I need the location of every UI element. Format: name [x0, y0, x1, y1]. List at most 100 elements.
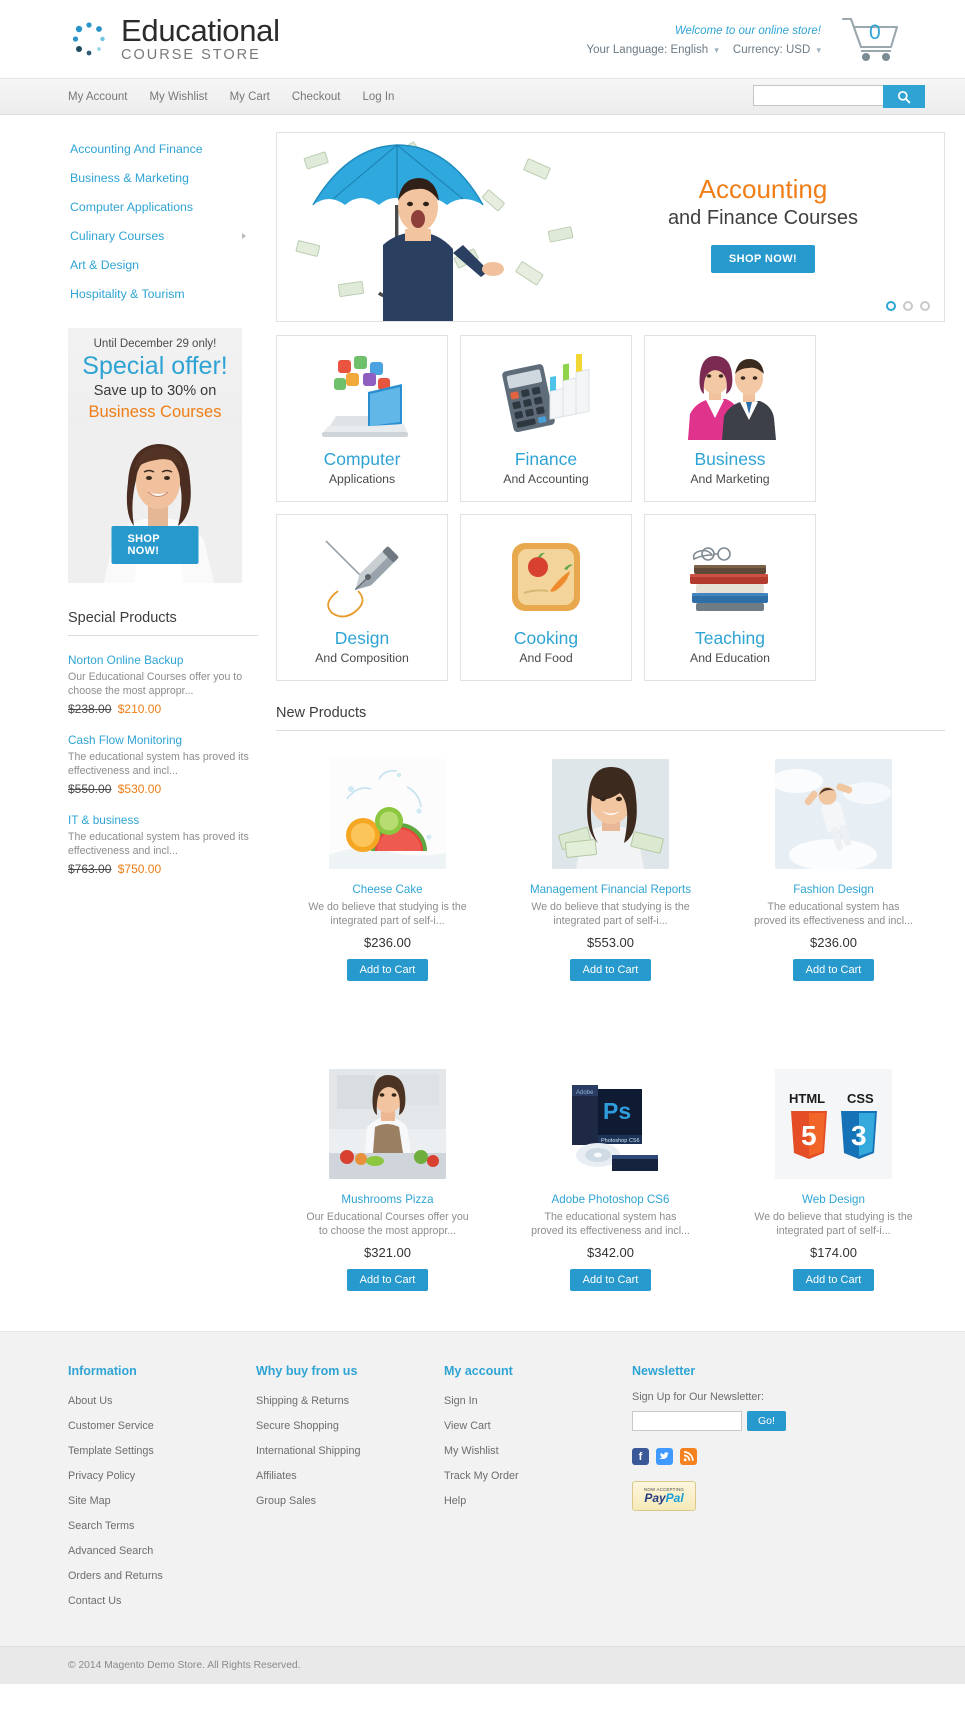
sidebar-item-hospitality-and-tourism[interactable]: Hospitality & Tourism [68, 280, 258, 309]
newsletter-email-input[interactable] [632, 1411, 742, 1431]
sidebar-item-culinary-courses[interactable]: Culinary Courses [68, 222, 258, 251]
category-tile-sub: And Accounting [503, 472, 589, 486]
category-tile-sub: Applications [328, 472, 396, 486]
category-tile-computer[interactable]: Computer Applications [276, 335, 448, 502]
special-product-name[interactable]: IT & business [68, 813, 258, 827]
promo-shop-now-button[interactable]: SHOP NOW! [111, 526, 199, 564]
category-link[interactable]: Culinary Courses [70, 229, 164, 243]
category-tile-design[interactable]: Design And Composition [276, 514, 448, 681]
footer-link-sign-in[interactable]: Sign In [444, 1395, 478, 1407]
chevron-down-icon: ▾ [816, 44, 821, 55]
footer-link-secure-shopping[interactable]: Secure Shopping [256, 1420, 339, 1432]
category-tile-sub: And Education [690, 651, 770, 665]
currency-switcher[interactable]: Currency: USD ▾ [733, 44, 821, 56]
paypal-name-part-2: Pal [665, 1491, 684, 1505]
category-link[interactable]: Hospitality & Tourism [70, 287, 185, 301]
footer-link-orders-and-returns[interactable]: Orders and Returns [68, 1570, 163, 1582]
nav-link-my-account[interactable]: My Account [68, 91, 127, 103]
footer-link-search-terms[interactable]: Search Terms [68, 1520, 134, 1532]
mini-cart[interactable]: 0 [839, 13, 901, 65]
add-to-cart-button[interactable]: Add to Cart [792, 1269, 875, 1291]
category-tile-teaching[interactable]: Teaching And Education [644, 514, 816, 681]
footer-link-view-cart[interactable]: View Cart [444, 1420, 491, 1432]
footer-link-shipping-returns[interactable]: Shipping & Returns [256, 1395, 349, 1407]
footer-link-template-settings[interactable]: Template Settings [68, 1445, 154, 1457]
product-name[interactable]: Web Design [744, 1193, 923, 1206]
category-tile-cooking[interactable]: Cooking And Food [460, 514, 632, 681]
paypal-badge[interactable]: NOW ACCEPTING PayPal [632, 1481, 696, 1511]
sidebar-item-art-and-design[interactable]: Art & Design [68, 251, 258, 280]
product-image-html5-css3[interactable]: HTML CSS 5 3 [775, 1069, 892, 1179]
add-to-cart-button[interactable]: Add to Cart [569, 959, 652, 981]
rss-icon[interactable] [680, 1448, 697, 1465]
product-name[interactable]: Management Financial Reports [521, 883, 700, 896]
nav-link-my-cart[interactable]: My Cart [230, 91, 270, 103]
footer-link-privacy-policy[interactable]: Privacy Policy [68, 1470, 135, 1482]
facebook-icon[interactable]: f [632, 1448, 649, 1465]
product-name[interactable]: Cheese Cake [298, 883, 477, 896]
product-card: Management Financial Reports We do belie… [517, 731, 704, 981]
product-name[interactable]: Mushrooms Pizza [298, 1193, 477, 1206]
special-product-name[interactable]: Cash Flow Monitoring [68, 733, 258, 747]
product-image-woman-with-money[interactable] [552, 759, 669, 869]
nav-link-checkout[interactable]: Checkout [292, 91, 341, 103]
product-image-jumping-person-sky[interactable] [775, 759, 892, 869]
language-value: English [670, 43, 709, 56]
promo-banner[interactable]: Until December 29 only! Special offer! S… [68, 328, 242, 583]
product-name[interactable]: Adobe Photoshop CS6 [521, 1193, 700, 1206]
svg-text:5: 5 [801, 1120, 817, 1151]
special-product-desc: The educational system has proved its ef… [68, 751, 249, 777]
language-switcher[interactable]: Your Language: English ▾ [586, 44, 718, 56]
twitter-icon[interactable] [656, 1448, 673, 1465]
category-link[interactable]: Business & Marketing [70, 171, 189, 185]
site-logo[interactable]: Educational COURSE STORE [68, 15, 280, 63]
category-tile-name: Finance [514, 449, 578, 469]
add-to-cart-button[interactable]: Add to Cart [792, 959, 875, 981]
currency-label: Currency: [732, 43, 783, 56]
nav-link-my-wishlist[interactable]: My Wishlist [149, 91, 207, 103]
search-button[interactable] [883, 85, 925, 108]
newsletter-submit-button[interactable]: Go! [747, 1411, 786, 1431]
category-tile-finance[interactable]: Finance And Accounting [460, 335, 632, 502]
category-link[interactable]: Art & Design [70, 258, 139, 272]
product-image-chef-vegetables[interactable] [329, 1069, 446, 1179]
search-input[interactable] [753, 85, 884, 106]
footer-link-track-my-order[interactable]: Track My Order [444, 1470, 519, 1482]
business-people-icon [675, 352, 785, 444]
hero-shop-now-button[interactable]: SHOP NOW! [710, 244, 816, 273]
product-card: Fashion Design The educational system ha… [740, 731, 927, 981]
category-link[interactable]: Accounting And Finance [70, 142, 203, 156]
product-name[interactable]: Fashion Design [744, 883, 923, 896]
footer-link-affiliates[interactable]: Affiliates [256, 1470, 297, 1482]
footer-link-help[interactable]: Help [444, 1495, 466, 1507]
category-link[interactable]: Computer Applications [70, 200, 193, 214]
product-card: HTML CSS 5 3 Web Design We do believe th… [740, 1041, 927, 1291]
svg-text:Photoshop CS6: Photoshop CS6 [601, 1138, 640, 1144]
footer-link-customer-service[interactable]: Customer Service [68, 1420, 154, 1432]
promo-title: Special offer! [82, 352, 228, 380]
product-image-photoshop-box[interactable]: Adobe Ps Photoshop CS6 [552, 1069, 669, 1179]
special-product-name[interactable]: Norton Online Backup [68, 653, 258, 667]
social-links: f [632, 1448, 945, 1465]
product-image-fruit-splash[interactable] [329, 759, 446, 869]
footer-link-contact-us[interactable]: Contact Us [68, 1595, 121, 1607]
slider-dot-1[interactable] [886, 301, 896, 311]
list-item: Group Sales [256, 1491, 444, 1509]
footer-link-group-sales[interactable]: Group Sales [256, 1495, 316, 1507]
slider-dot-2[interactable] [903, 301, 913, 311]
add-to-cart-button[interactable]: Add to Cart [346, 959, 429, 981]
category-tile-business[interactable]: Business And Marketing [644, 335, 816, 502]
nav-link-log-in[interactable]: Log In [362, 91, 394, 103]
footer-link-site-map[interactable]: Site Map [68, 1495, 111, 1507]
sidebar-item-computer-applications[interactable]: Computer Applications [68, 193, 258, 222]
sidebar-item-business-and-marketing[interactable]: Business & Marketing [68, 164, 258, 193]
footer-link-international-shipping[interactable]: International Shipping [256, 1445, 360, 1457]
footer-link-about-us[interactable]: About Us [68, 1395, 112, 1407]
sidebar-item-accounting-and-finance[interactable]: Accounting And Finance [68, 135, 258, 164]
add-to-cart-button[interactable]: Add to Cart [346, 1269, 429, 1291]
footer-link-advanced-search[interactable]: Advanced Search [68, 1545, 153, 1557]
category-nav: Accounting And Finance Business & Market… [68, 135, 258, 309]
slider-dot-3[interactable] [920, 301, 930, 311]
add-to-cart-button[interactable]: Add to Cart [569, 1269, 652, 1291]
footer-link-my-wishlist[interactable]: My Wishlist [444, 1445, 499, 1457]
